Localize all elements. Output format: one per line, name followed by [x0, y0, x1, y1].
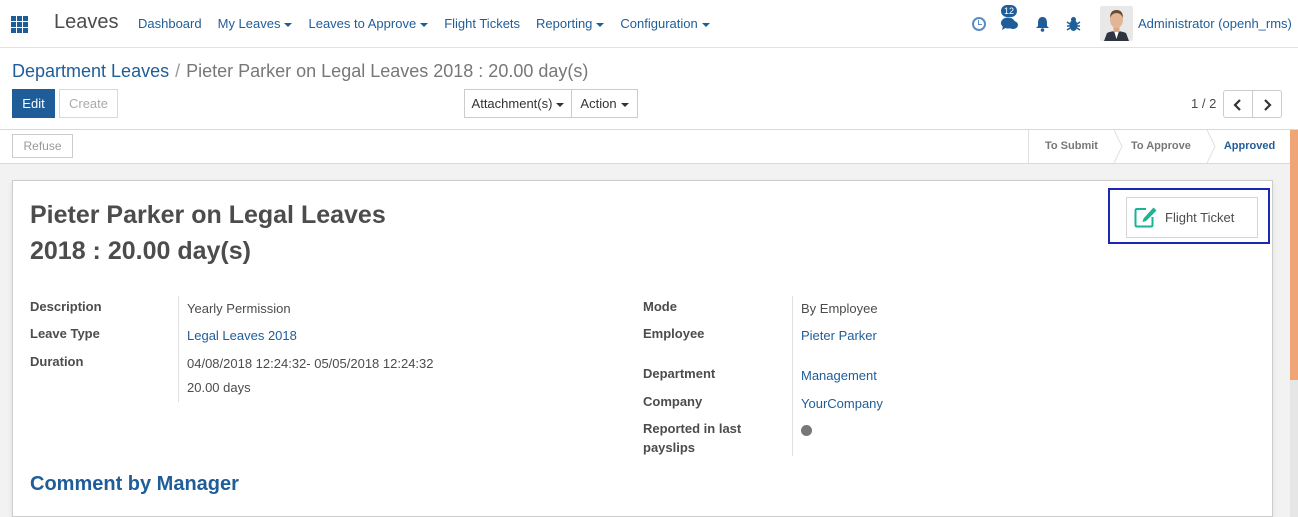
stage-approved[interactable]: Approved	[1206, 130, 1291, 163]
stage-pipeline: To Submit To Approve Approved	[1028, 130, 1291, 163]
leave-type-label: Leave Type	[30, 326, 100, 341]
reported-label-line1: Reported in last	[643, 421, 742, 436]
pager-previous-button[interactable]	[1223, 90, 1253, 118]
create-button[interactable]: Create	[59, 89, 118, 118]
record-title-line2: 2018 : 20.00 day(s)	[30, 237, 251, 265]
chevron-left-icon	[1233, 99, 1241, 111]
menu-reporting[interactable]: Reporting	[536, 16, 605, 31]
main-menu: Dashboard My Leaves Leaves to Approve Fl…	[138, 16, 726, 31]
stage-to-approve[interactable]: To Approve	[1113, 130, 1216, 163]
chat-icon[interactable]	[1001, 17, 1018, 31]
breadcrumb: Department Leaves / Pieter Parker on Legal…	[12, 61, 588, 82]
attachments-dropdown[interactable]: Attachment(s)	[464, 89, 572, 118]
field-divider	[178, 296, 179, 402]
message-count-badge: 12	[1001, 5, 1018, 17]
flight-ticket-label: Flight Ticket	[1165, 210, 1235, 225]
pager-next-button[interactable]	[1252, 90, 1282, 118]
record-title-line1: Pieter Parker on Legal Leaves	[30, 201, 386, 229]
reported-label-line2: payslips	[643, 440, 696, 455]
scrollbar-thumb[interactable]	[1290, 130, 1298, 380]
user-menu[interactable]: Administrator (openh_rms)	[1138, 16, 1292, 31]
stage-to-submit[interactable]: To Submit	[1028, 130, 1123, 163]
stage-arrow	[1113, 130, 1123, 163]
flight-ticket-button[interactable]: Flight Ticket	[1126, 197, 1258, 238]
caret-down-icon	[556, 102, 565, 107]
breadcrumb-current: Pieter Parker on Legal Leaves 2018 : 20.…	[186, 61, 589, 81]
duration-days: 20.00 days	[187, 380, 251, 395]
caret-down-icon	[620, 102, 629, 107]
user-avatar[interactable]	[1100, 6, 1133, 41]
menu-leaves-to-approve[interactable]: Leaves to Approve	[308, 16, 429, 31]
employee-label: Employee	[643, 326, 705, 341]
caret-down-icon	[284, 22, 293, 27]
pager-value[interactable]: 1 / 2	[1191, 96, 1216, 111]
refuse-button[interactable]: Refuse	[12, 134, 73, 158]
form-sheet: Pieter Parker on Legal Leaves 2018 : 20.…	[12, 180, 1273, 517]
bell-icon[interactable]	[1035, 16, 1050, 32]
action-dropdown[interactable]: Action	[571, 89, 638, 118]
bug-icon[interactable]	[1066, 16, 1081, 32]
description-value: Yearly Permission	[187, 301, 291, 316]
mode-value: By Employee	[801, 301, 878, 316]
employee-link[interactable]: Pieter Parker	[801, 328, 877, 343]
description-label: Description	[30, 299, 102, 314]
top-navbar: Leaves Dashboard My Leaves Leaves to App…	[0, 0, 1298, 48]
app-title: Leaves	[54, 11, 119, 33]
clock-icon[interactable]	[972, 17, 986, 31]
duration-range: 04/08/2018 12:24:32- 05/05/2018 12:24:32	[187, 356, 434, 371]
caret-down-icon	[596, 22, 605, 27]
department-link[interactable]: Management	[801, 368, 877, 383]
breadcrumb-separator: /	[175, 61, 181, 81]
status-bar: Refuse To Submit To Approve Approved	[0, 130, 1298, 164]
caret-down-icon	[701, 22, 710, 27]
menu-flight-tickets[interactable]: Flight Tickets	[444, 16, 520, 31]
company-link[interactable]: YourCompany	[801, 396, 883, 411]
stage-arrow	[1206, 130, 1216, 163]
apps-grid-icon[interactable]	[11, 16, 28, 33]
menu-my-leaves[interactable]: My Leaves	[218, 16, 293, 31]
breadcrumb-parent[interactable]: Department Leaves	[12, 61, 169, 81]
edit-icon	[1134, 207, 1157, 228]
leave-type-link[interactable]: Legal Leaves 2018	[187, 328, 297, 343]
comment-section-title: Comment by Manager	[30, 473, 239, 495]
chevron-right-icon	[1264, 99, 1272, 111]
reported-checkbox[interactable]	[801, 425, 812, 436]
menu-configuration[interactable]: Configuration	[620, 16, 710, 31]
department-label: Department	[643, 366, 716, 381]
caret-down-icon	[420, 22, 429, 27]
duration-label: Duration	[30, 354, 84, 369]
company-label: Company	[643, 394, 703, 409]
field-divider	[792, 296, 793, 456]
control-panel: Department Leaves / Pieter Parker on Legal…	[0, 48, 1298, 130]
menu-dashboard[interactable]: Dashboard	[138, 16, 202, 31]
edit-button[interactable]: Edit	[12, 89, 55, 118]
mode-label: Mode	[643, 299, 677, 314]
